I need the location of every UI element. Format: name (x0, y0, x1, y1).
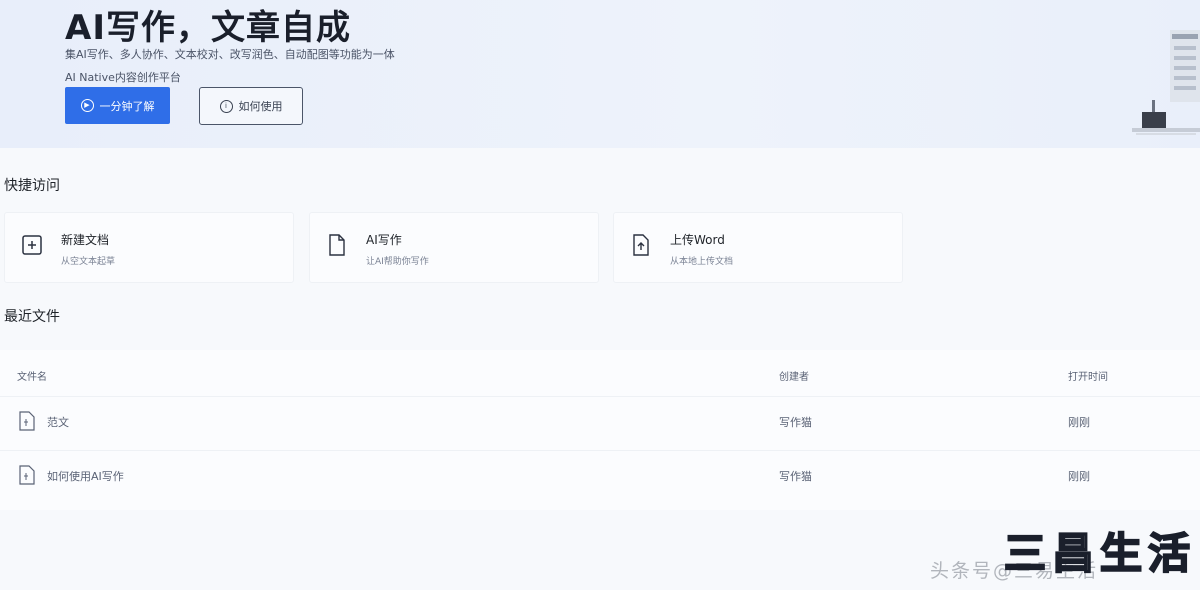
hero-banner: AI写作，文章自成 集AI写作、多人协作、文本校对、改写润色、自动配图等功能为一… (0, 0, 1200, 148)
add-document-icon (22, 235, 42, 255)
file-name: 范文 (47, 416, 69, 429)
column-header-name[interactable]: 文件名 (17, 368, 47, 383)
hero-tagline: AI Native内容创作平台 (65, 71, 181, 84)
file-opened-time: 刚刚 (1068, 416, 1090, 429)
document-icon (329, 234, 345, 256)
file-icon (19, 411, 35, 431)
file-name: 如何使用AI写作 (47, 470, 124, 483)
info-icon: i (219, 99, 233, 113)
file-creator: 写作猫 (779, 416, 812, 429)
how-to-use-label: 如何使用 (238, 100, 283, 113)
recent-files-table: 文件名 创建者 打开时间 范文 写作猫 刚刚 如何使用AI写作 写作猫 刚刚 (0, 350, 1200, 510)
recent-files-heading: 最近文件 (4, 309, 60, 325)
table-row[interactable]: 范文 写作猫 刚刚 (0, 396, 1200, 450)
quick-card-upload-word[interactable]: 上传Word 从本地上传文档 (613, 212, 903, 283)
file-opened-time: 刚刚 (1068, 470, 1090, 483)
how-to-use-button[interactable]: i 如何使用 (199, 87, 303, 125)
quick-card-new-document[interactable]: 新建文档 从空文本起草 (4, 212, 294, 283)
card-description: 从本地上传文档 (670, 257, 734, 267)
file-creator: 写作猫 (779, 470, 812, 483)
card-title: 新建文档 (61, 233, 110, 247)
learn-in-one-minute-label: 一分钟了解 (99, 99, 155, 113)
desk-illustration (1132, 30, 1200, 135)
learn-in-one-minute-button[interactable]: ▶ 一分钟了解 (65, 87, 170, 124)
column-header-creator[interactable]: 创建者 (779, 368, 809, 383)
column-header-opened[interactable]: 打开时间 (1068, 368, 1108, 383)
hero-subtitle: 集AI写作、多人协作、文本校对、改写润色、自动配图等功能为一体 (65, 48, 395, 61)
card-title: 上传Word (670, 233, 725, 247)
card-description: 让AI帮助你写作 (366, 257, 429, 267)
hero-title: AI写作，文章自成 (65, 8, 351, 48)
quick-card-ai-writing[interactable]: AI写作 让AI帮助你写作 (309, 212, 599, 283)
play-icon: ▶ (80, 99, 94, 112)
card-description: 从空文本起草 (61, 257, 116, 267)
file-icon (19, 465, 35, 485)
card-title: AI写作 (366, 233, 402, 247)
quick-access-heading: 快捷访问 (4, 178, 60, 194)
watermark-logo: 三昌生活 (1003, 528, 1197, 579)
table-row[interactable]: 如何使用AI写作 写作猫 刚刚 (0, 450, 1200, 504)
upload-document-icon (633, 234, 649, 256)
